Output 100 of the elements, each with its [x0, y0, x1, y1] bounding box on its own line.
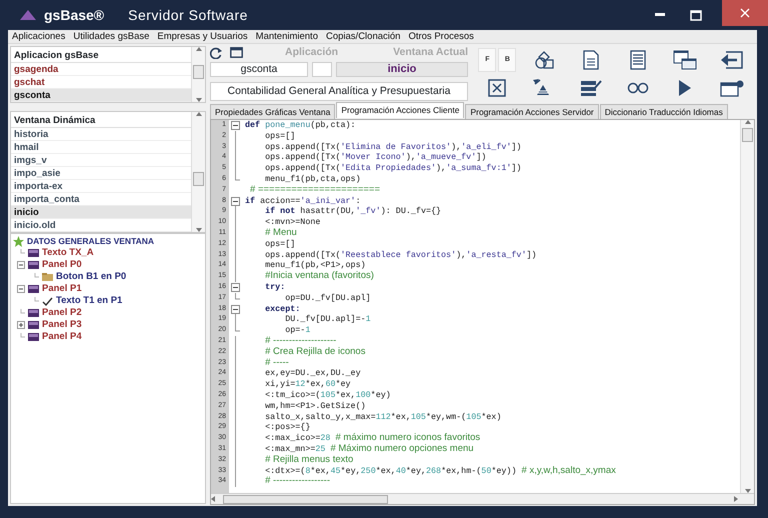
app-field[interactable]: gsconta — [210, 62, 308, 77]
list-item[interactable]: gsagenda — [11, 63, 191, 76]
code-line: try: — [264, 282, 286, 293]
scrollbar[interactable] — [191, 112, 205, 232]
code-line: xi,yi=12*ex,60*ey — [264, 379, 352, 390]
menu-item[interactable]: Utilidades gsBase — [69, 30, 154, 43]
panel-icon — [28, 321, 39, 329]
edit-icon[interactable] — [580, 79, 602, 97]
code-line: ex,ey=DU._ex,DU._ey — [264, 368, 362, 380]
scroll-up-arrow-icon[interactable] — [196, 112, 202, 116]
panel-icon — [28, 333, 39, 341]
menu-item[interactable]: Otros Procesos — [404, 30, 478, 43]
window-icon[interactable] — [230, 47, 243, 58]
description-field[interactable]: Contabilidad General Analítica y Presupuestaria — [210, 82, 468, 101]
tab[interactable]: Diccionario Traducción Idiomas — [600, 104, 728, 119]
refresh-icon[interactable] — [210, 46, 222, 58]
scrollbar[interactable] — [740, 120, 754, 493]
check-icon — [42, 296, 53, 306]
tree-item[interactable]: Texto TX_A — [42, 246, 94, 260]
exit-icon[interactable] — [720, 51, 743, 69]
code-line: # Rejilla menus texto — [264, 454, 354, 466]
star-icon — [13, 236, 24, 246]
shapes-icon[interactable] — [534, 51, 554, 69]
window-title: Servidor Software — [128, 6, 248, 24]
code-line: # ------------------ — [264, 476, 331, 488]
tree-item[interactable]: Panel P4 — [42, 330, 82, 344]
list-item[interactable]: historia — [11, 128, 191, 141]
windows-icon[interactable] — [672, 50, 697, 70]
code-line: ops.append([Tx('Mover Icono'),'a_mueve_fv']) — [264, 152, 488, 164]
scroll-left-arrow-icon[interactable] — [211, 496, 217, 502]
code-line: menu_f1(pb,cta,ops) — [264, 174, 362, 185]
list-item[interactable]: impo_asie — [11, 167, 191, 180]
code-line: <:max_ico>=28 # máximo numero iconos favoritos — [264, 433, 482, 444]
code-line: #Inicia ventana (favoritos) — [264, 271, 375, 282]
maximize-icon — [690, 10, 702, 20]
code-line: DU._fv[DU.apl]=-1 — [284, 314, 372, 326]
list-item[interactable]: inicio.old — [11, 219, 191, 232]
code-line: ops=[] — [264, 130, 296, 142]
panel-icon — [28, 309, 39, 317]
list-item[interactable]: importa-ex — [11, 180, 191, 193]
list-item[interactable]: gsconta — [11, 89, 191, 102]
expand-icon[interactable] — [17, 321, 25, 329]
code-line: <:pos>={} — [264, 422, 312, 434]
code-line: # ----- — [264, 358, 290, 368]
code-line: # -------------------- — [264, 336, 338, 347]
menu-item[interactable]: Empresas y Usuarios — [153, 30, 252, 43]
play-icon[interactable] — [678, 79, 692, 97]
tree-item[interactable]: Panel P0 — [42, 258, 82, 272]
code-line: <:max_mn>=25 # Máximo numero opciones menu — [264, 444, 475, 455]
tree-item[interactable]: Panel P1 — [42, 282, 82, 296]
scroll-up-arrow-icon[interactable] — [196, 47, 202, 51]
tree-item[interactable]: Boton B1 en P0 — [56, 270, 126, 284]
tab[interactable]: Programación Acciones Servidor — [465, 104, 599, 119]
code-line: ops.append([Tx('Edita Propiedades'),'a_suma_fv:1']) — [264, 163, 522, 174]
tree-item[interactable]: Panel P2 — [42, 306, 82, 320]
list-header: Aplicacion gsBase — [11, 47, 191, 63]
collapse-icon[interactable] — [230, 304, 240, 314]
document-icon[interactable] — [583, 50, 600, 70]
collapse-icon[interactable] — [17, 285, 25, 293]
code-line: <:tm_ico>=(105*ex,100*ey) — [264, 390, 392, 401]
scrollbar-thumb[interactable] — [193, 172, 204, 186]
menu-item[interactable]: Aplicaciones — [8, 30, 70, 43]
horizontal-scrollbar[interactable] — [211, 493, 754, 504]
scrollbar-thumb[interactable] — [193, 65, 204, 79]
window-field[interactable]: inicio — [336, 62, 468, 77]
cancel-icon[interactable] — [488, 79, 506, 97]
tree-root-label[interactable]: DATOS GENERALES VENTANA — [27, 234, 154, 248]
code-line: # Menu — [264, 228, 298, 239]
tab[interactable]: Programación Acciones Cliente — [336, 102, 464, 118]
menu-item[interactable]: Copias/Clonación — [322, 30, 404, 43]
scrollbar-thumb[interactable] — [223, 494, 388, 504]
scroll-up-arrow-icon[interactable] — [744, 120, 750, 124]
code-line: menu_f1(pb,<P1>,ops) — [264, 260, 367, 271]
collapse-icon[interactable] — [230, 282, 240, 293]
collapse-icon[interactable] — [230, 196, 240, 206]
scrollbar[interactable] — [191, 47, 205, 102]
new-window-icon[interactable] — [720, 79, 744, 97]
glasses-icon[interactable] — [626, 82, 649, 94]
scroll-right-arrow-icon[interactable] — [732, 496, 738, 502]
tab[interactable]: Propiedades Gráficas Ventana — [210, 104, 336, 119]
code-line: def pone_menu(pb,cta): — [245, 120, 357, 131]
code-line: ops.append([Tx('Reestablece favoritos'),'a_resta_fv']) — [264, 250, 538, 260]
list-item[interactable]: inicio — [11, 206, 191, 219]
tree-item[interactable]: Panel P3 — [42, 318, 82, 332]
menu-item[interactable]: Mantenimiento — [252, 30, 322, 43]
code-line: op=-1 — [284, 325, 312, 336]
collapse-icon[interactable] — [17, 261, 25, 269]
scroll-down-arrow-icon[interactable] — [196, 228, 202, 232]
scroll-down-arrow-icon[interactable] — [744, 489, 750, 493]
code-line: ops=[] — [264, 238, 296, 250]
collapse-icon[interactable] — [230, 120, 240, 131]
list-item[interactable]: hmail — [11, 141, 191, 154]
scrollbar-thumb[interactable] — [742, 128, 753, 142]
app-name: gsBase® — [44, 6, 104, 25]
input-field[interactable] — [312, 62, 332, 77]
tree-item[interactable]: Texto T1 en P1 — [56, 294, 122, 308]
scroll-down-arrow-icon[interactable] — [196, 98, 202, 102]
list-document-icon[interactable] — [630, 50, 646, 70]
panel-icon — [28, 285, 39, 293]
list-item[interactable]: imgs_v — [11, 154, 191, 167]
